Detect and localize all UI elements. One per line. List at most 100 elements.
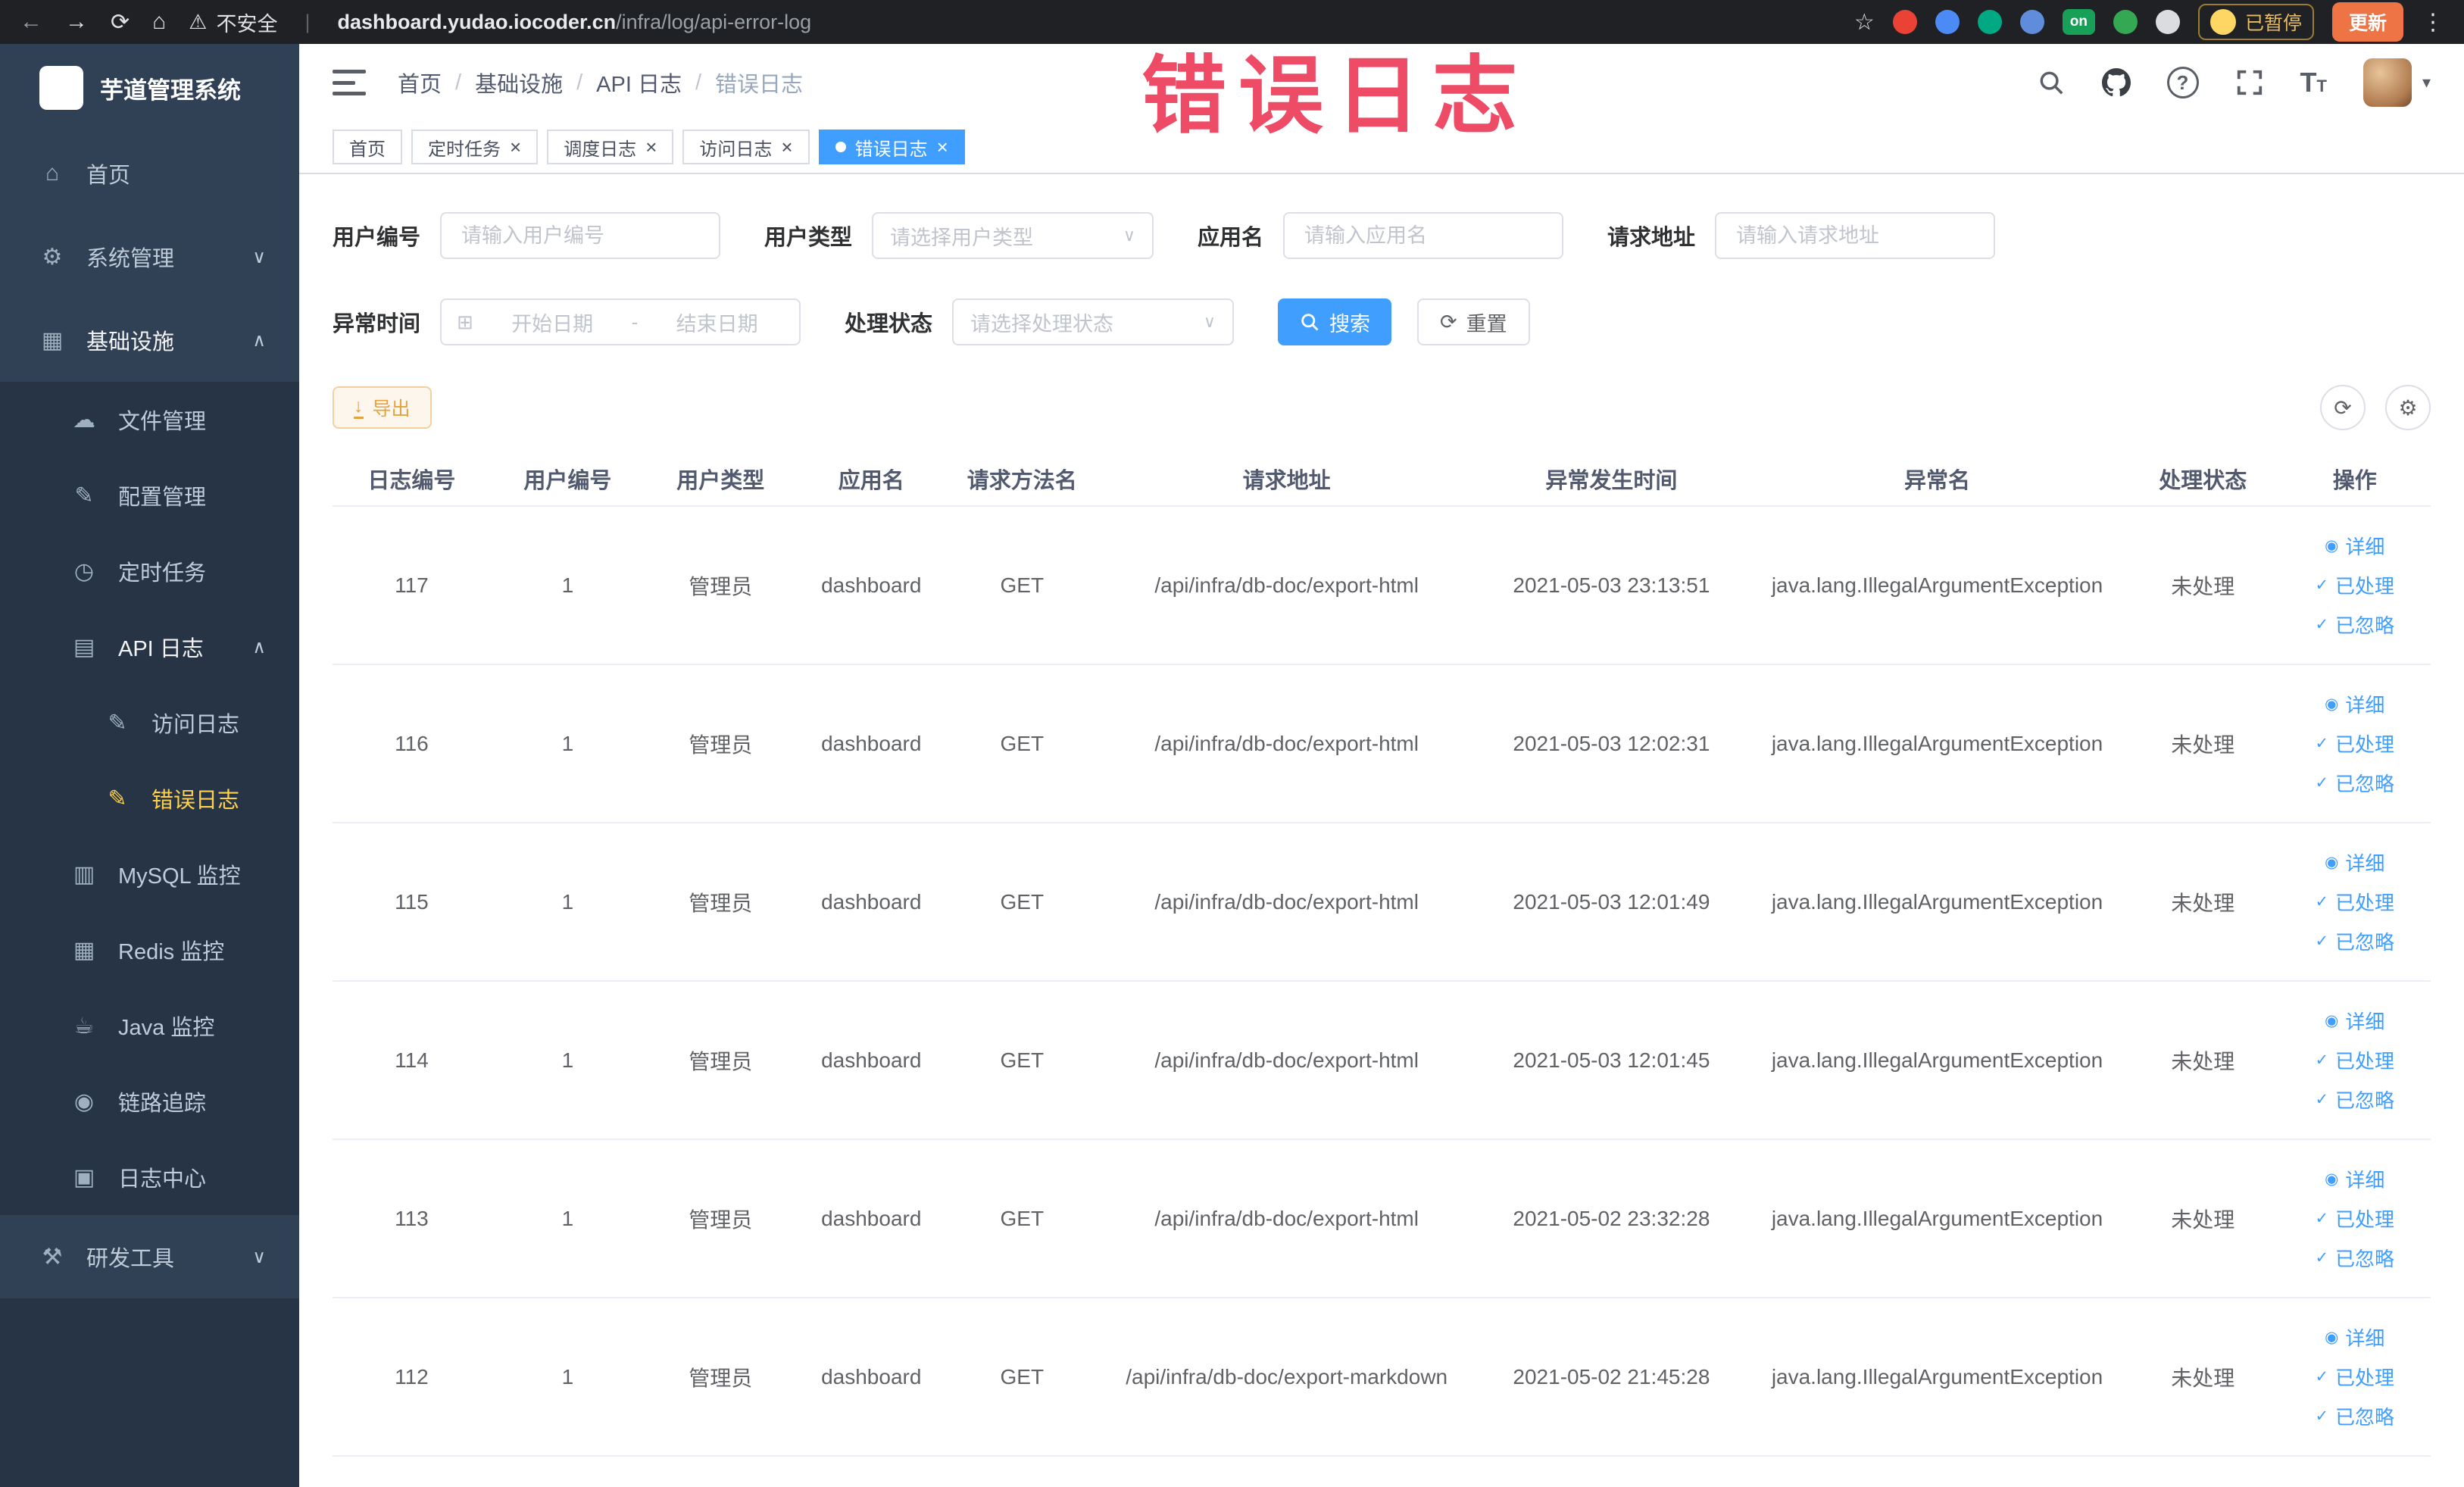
bookmark-star-icon[interactable]: ☆ [1854,9,1875,36]
column-settings-button[interactable]: ⚙ [2385,385,2431,430]
sidebar-item-java-monitor[interactable]: ☕ Java 监控 [0,988,299,1064]
sidebar-menu: ⌂ 首页 ⚙ 系统管理 ∨ ▦ 基础设施 ∧ ☁ 文件管理 ✎ 配置管理 ◷ 定… [0,132,299,1298]
paused-extension-badge[interactable]: 已暂停 [2197,4,2314,40]
mark-ignored-link[interactable]: ✓ 已忽略 [2315,769,2394,797]
detail-link[interactable]: ◉ 详细 [2325,532,2384,560]
mark-ignored-link[interactable]: ✓ 已忽略 [2315,611,2394,639]
export-button[interactable]: ↓ 导出 [333,386,432,429]
cell-log-id: 113 [333,1139,491,1298]
breadcrumb-item[interactable]: API 日志 [596,67,682,98]
menu-item-label: API 日志 [118,637,204,661]
extension-teal-icon[interactable] [1977,10,2002,34]
tab-error-log[interactable]: 错误日志 × [818,130,965,164]
eye-icon: ◉ [2325,1012,2339,1029]
sidebar-item-home[interactable]: ⌂ 首页 [0,132,299,215]
reload-button[interactable]: ⟳ [111,9,130,36]
extension-on-badge[interactable]: on [2062,9,2095,35]
hamburger-menu-icon[interactable] [333,70,366,95]
breadcrumb-item[interactable]: 首页 [398,67,442,98]
main-panel: 首页 / 基础设施 / API 日志 / 错误日志 ? TT ▾ 首页 定时任务… [299,44,2464,1487]
address-bar[interactable]: dashboard.yudao.iocoder.cn /infra/log/ap… [338,11,812,34]
mysql-icon: ▥ [73,861,95,887]
close-icon[interactable]: × [645,137,657,157]
close-icon[interactable]: × [781,137,792,157]
breadcrumb-item[interactable]: 基础设施 [475,67,563,98]
reset-button[interactable]: ⟳ 重置 [1417,298,1530,345]
refresh-button[interactable]: ⟳ [2320,385,2366,430]
cell-app-name: dashboard [796,1298,947,1457]
mark-processed-link[interactable]: ✓ 已处理 [2315,1204,2394,1232]
mark-ignored-link[interactable]: ✓ 已忽略 [2315,1244,2394,1272]
browser-menu-button[interactable]: ⋮ [2422,9,2444,36]
fullscreen-icon[interactable] [2235,68,2264,97]
sidebar-item-error-log[interactable]: ✎ 错误日志 [0,761,299,836]
mark-processed-link[interactable]: ✓ 已处理 [2315,1046,2394,1074]
log-center-icon: ▣ [73,1164,95,1190]
extension-blue-icon[interactable] [1935,10,1960,34]
search-icon[interactable] [2037,68,2066,97]
help-icon[interactable]: ? [2166,67,2199,98]
app-logo[interactable]: 芋道管理系统 [0,44,299,132]
mark-processed-link[interactable]: ✓ 已处理 [2315,888,2394,916]
sidebar-item-scheduled-job[interactable]: ◷ 定时任务 [0,533,299,609]
user-menu[interactable]: ▾ [2363,58,2431,107]
extension-green-icon[interactable] [2113,10,2138,34]
detail-link[interactable]: ◉ 详细 [2325,1165,2384,1193]
sidebar-spacer [0,1298,299,1487]
column-header: 操作 [2278,451,2431,507]
close-icon[interactable]: × [937,137,948,157]
tab-home[interactable]: 首页 [333,130,402,164]
home-button[interactable]: ⌂ [152,9,166,35]
mark-processed-link[interactable]: ✓ 已处理 [2315,1363,2394,1391]
sidebar-item-api-log[interactable]: ▤ API 日志 ∧ [0,609,299,685]
detail-link[interactable]: ◉ 详细 [2325,848,2384,876]
sidebar-item-file-mgmt[interactable]: ☁ 文件管理 [0,382,299,458]
update-button[interactable]: 更新 [2331,2,2403,42]
tab-scheduled-job[interactable]: 定时任务 × [411,130,539,164]
cell-user-type: 管理员 [645,1139,797,1298]
process-status-select[interactable]: 请选择处理状态 ∨ [952,298,1235,345]
github-icon[interactable] [2101,68,2131,97]
cell-app-name: dashboard [796,506,947,665]
sidebar-item-dev-tools[interactable]: ⚒ 研发工具 ∨ [0,1215,299,1298]
sidebar-item-mysql-monitor[interactable]: ▥ MySQL 监控 [0,836,299,912]
sidebar-item-redis-monitor[interactable]: ▦ Redis 监控 [0,912,299,988]
sidebar-item-log-center[interactable]: ▣ 日志中心 [0,1139,299,1215]
api-log-icon: ▤ [73,634,95,660]
mark-processed-link[interactable]: ✓ 已处理 [2315,729,2394,758]
exception-time-range-picker[interactable]: ⊞ 开始日期 - 结束日期 [440,298,801,345]
row-actions: ◉ 详细 ✓ 已处理 ✓ 已忽略 [2279,532,2431,639]
user-type-select[interactable]: 请选择用户类型 ∨ [872,212,1154,259]
sidebar-item-config-mgmt[interactable]: ✎ 配置管理 [0,458,299,533]
font-size-icon[interactable]: TT [2300,69,2327,96]
table-row: 113 1 管理员 dashboard GET /api/infra/db-do… [333,1139,2431,1298]
mark-ignored-link[interactable]: ✓ 已忽略 [2315,927,2394,955]
extension-grid-icon[interactable] [2019,10,2044,34]
mark-ignored-link[interactable]: ✓ 已忽略 [2315,1402,2394,1430]
search-button[interactable]: 搜索 [1278,298,1392,345]
extension-red-icon[interactable] [1892,10,1917,34]
detail-link[interactable]: ◉ 详细 [2325,1323,2384,1351]
user-id-input[interactable] [440,212,721,259]
request-url-input[interactable] [1715,212,1996,259]
column-header: 用户类型 [645,451,797,507]
sidebar-item-system-mgmt[interactable]: ⚙ 系统管理 ∨ [0,215,299,298]
sidebar-item-infrastructure[interactable]: ▦ 基础设施 ∧ [0,298,299,382]
select-placeholder: 请选择处理状态 [970,312,1114,336]
sidebar-item-access-log[interactable]: ✎ 访问日志 [0,685,299,761]
tab-access-log[interactable]: 访问日志 × [682,130,810,164]
mark-processed-link[interactable]: ✓ 已处理 [2315,571,2394,599]
app-name-input[interactable] [1283,212,1564,259]
mark-ignored-link[interactable]: ✓ 已忽略 [2315,1086,2394,1114]
detail-link[interactable]: ◉ 详细 [2325,690,2384,718]
site-security-chip[interactable]: ⚠ 不安全 [189,8,277,37]
detail-link[interactable]: ◉ 详细 [2325,1007,2384,1035]
cell-exception-time: 2021-05-02 21:45:28 [1475,1298,1747,1457]
close-icon[interactable]: × [510,137,521,157]
error-log-icon: ✎ [108,786,127,811]
extension-paw-icon[interactable] [2155,10,2180,34]
back-button[interactable]: ← [20,9,42,35]
sidebar-item-link-trace[interactable]: ◉ 链路追踪 [0,1064,299,1139]
tab-job-log[interactable]: 调度日志 × [547,130,674,164]
forward-button[interactable]: → [65,9,88,35]
